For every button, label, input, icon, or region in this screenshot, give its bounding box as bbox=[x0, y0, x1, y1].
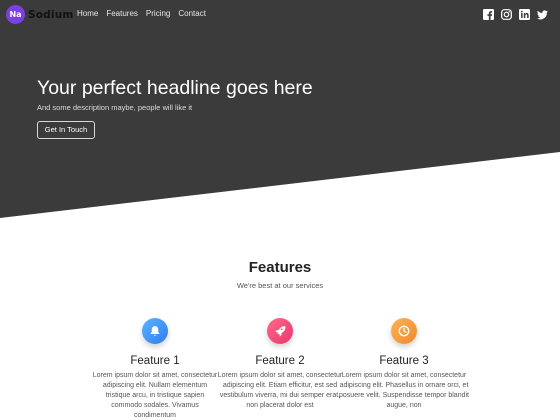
linkedin-icon[interactable] bbox=[519, 9, 530, 20]
features-subtitle: We're best at our services bbox=[236, 281, 324, 290]
feature-card-3: Feature 3 Lorem ipsum dolor sit amet, co… bbox=[339, 318, 469, 411]
get-in-touch-button[interactable]: Get In Touch bbox=[37, 121, 95, 139]
nav-link-home[interactable]: Home bbox=[77, 9, 98, 18]
nav-link-features[interactable]: Features bbox=[106, 9, 138, 18]
hero-subtitle: And some description maybe, people will … bbox=[37, 103, 193, 112]
logo-text: Sodium bbox=[28, 8, 74, 21]
clock-icon bbox=[391, 318, 417, 344]
nav-link-pricing[interactable]: Pricing bbox=[146, 9, 170, 18]
feature-card-1: Feature 1 Lorem ipsum dolor sit amet, co… bbox=[90, 318, 220, 420]
feature-2-text: Lorem ipsum dolor sit amet, consectetur … bbox=[217, 372, 343, 409]
nav-link-contact[interactable]: Contact bbox=[178, 9, 206, 18]
feature-3-text: Lorem ipsum dolor sit amet, consectetur … bbox=[339, 372, 469, 409]
feature-card-2: Feature 2 Lorem ipsum dolor sit amet, co… bbox=[215, 318, 345, 411]
nav-links: Home Features Pricing Contact bbox=[77, 9, 206, 18]
rocket-icon bbox=[267, 318, 293, 344]
features-title: Features bbox=[248, 259, 312, 276]
social-links bbox=[483, 9, 548, 20]
hero-title: Your perfect headline goes here bbox=[37, 77, 313, 99]
twitter-icon[interactable] bbox=[537, 9, 548, 20]
facebook-icon[interactable] bbox=[483, 9, 494, 20]
feature-1-text: Lorem ipsum dolor sit amet, consectetur … bbox=[92, 372, 218, 419]
bell-icon bbox=[142, 318, 168, 344]
navbar: Na Sodium Home Features Pricing Contact bbox=[0, 0, 560, 30]
feature-2-title: Feature 2 bbox=[255, 355, 305, 367]
instagram-icon[interactable] bbox=[501, 9, 512, 20]
logo[interactable]: Na Sodium bbox=[6, 5, 74, 24]
logo-badge: Na bbox=[6, 5, 25, 24]
feature-1-title: Feature 1 bbox=[130, 355, 180, 367]
feature-3-title: Feature 3 bbox=[379, 355, 429, 367]
